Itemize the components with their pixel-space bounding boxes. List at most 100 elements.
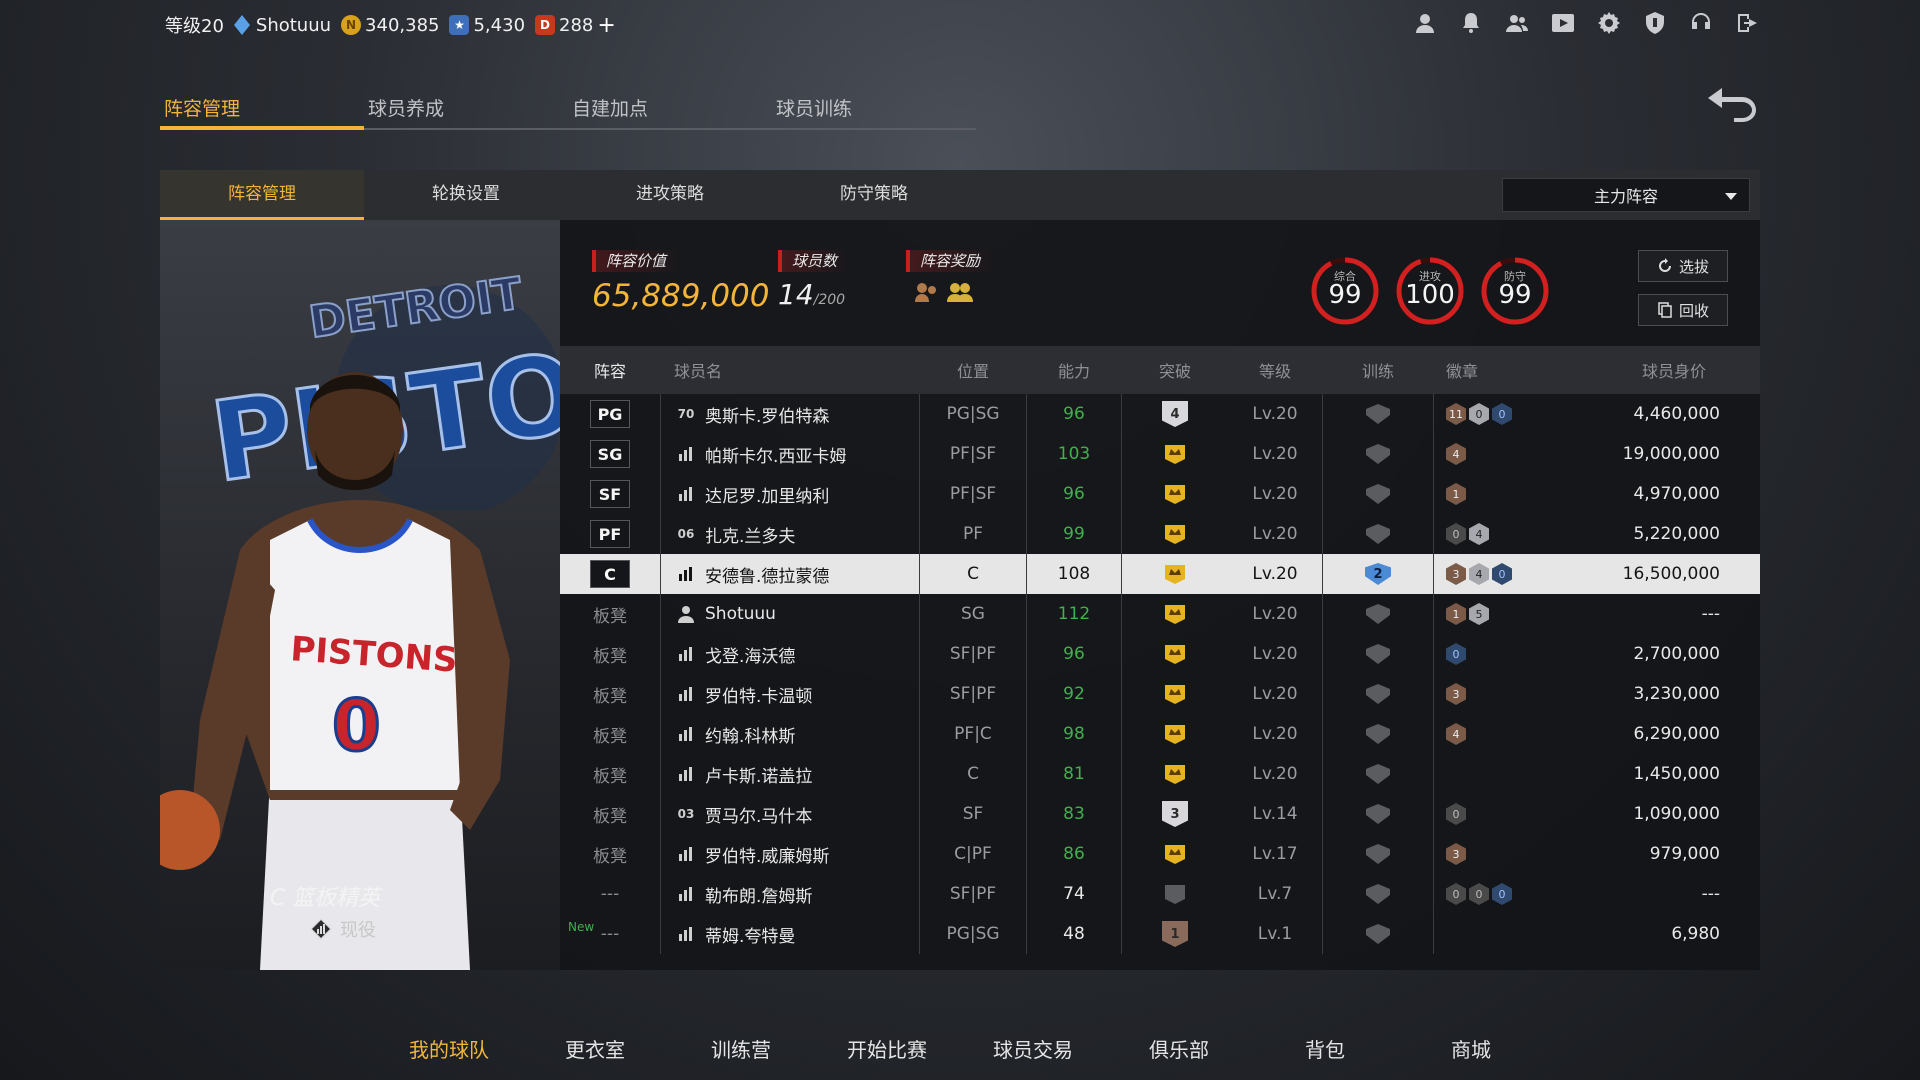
badge-icon: 4 bbox=[1469, 563, 1489, 585]
name-cell: 蒂姆.夸特曼 bbox=[660, 914, 920, 954]
nav-shop[interactable]: 商城 bbox=[1398, 1020, 1544, 1080]
table-row[interactable]: --- 勒布朗.詹姆斯 SF|PF 74 Lv.7 000 --- bbox=[560, 874, 1760, 914]
tab-player-development[interactable]: 球员养成 bbox=[364, 88, 568, 130]
active-status-icon bbox=[310, 918, 332, 940]
table-row[interactable]: 板凳 罗伯特.卡温顿 SF|PF 92 Lv.20 3 3,230,000 bbox=[560, 674, 1760, 714]
nav-player-trade[interactable]: 球员交易 bbox=[960, 1020, 1106, 1080]
nav-backpack[interactable]: 背包 bbox=[1252, 1020, 1398, 1080]
table-row[interactable]: SG 帕斯卡尔.西亚卡姆 PF|SF 103 Lv.20 4 19,000,00… bbox=[560, 434, 1760, 474]
select-button[interactable]: 选拔 bbox=[1638, 250, 1728, 282]
video-icon[interactable] bbox=[1550, 10, 1576, 36]
avatar-icon bbox=[678, 606, 694, 623]
slot-cell: PF bbox=[560, 520, 660, 548]
nav-club[interactable]: 俱乐部 bbox=[1106, 1020, 1252, 1080]
table-row[interactable]: 板凳 03 贾马尔.马什本 SF 83 3 Lv.14 0 1,090,000 bbox=[560, 794, 1760, 834]
friends-icon[interactable] bbox=[1504, 10, 1530, 36]
tab-lineup-management[interactable]: 阵容管理 bbox=[160, 88, 364, 130]
tab-custom-points[interactable]: 自建加点 bbox=[568, 88, 772, 130]
shield-icon[interactable] bbox=[1642, 10, 1668, 36]
nav-training-camp[interactable]: 训练营 bbox=[668, 1020, 814, 1080]
name-cell: 70 奥斯卡.罗伯特森 bbox=[660, 394, 920, 434]
col-training: 训练 bbox=[1361, 362, 1394, 381]
table-row[interactable]: New --- 蒂姆.夸特曼 PG|SG 48 1 Lv.1 6,980 bbox=[560, 914, 1760, 954]
crown-icon bbox=[1165, 725, 1185, 744]
table-row[interactable]: 板凳 约翰.科林斯 PF|C 98 Lv.20 4 6,290,000 bbox=[560, 714, 1760, 754]
rating-overall: 综合 99 bbox=[1310, 256, 1380, 326]
position-cell: SF|PF bbox=[949, 684, 997, 704]
slot-cell: --- bbox=[560, 884, 660, 904]
back-button[interactable] bbox=[1704, 84, 1760, 124]
crown-icon bbox=[1165, 605, 1185, 624]
lineup-dropdown[interactable]: 主力阵容 bbox=[1502, 178, 1750, 212]
position-cell: SF|PF bbox=[949, 884, 997, 904]
badge-icon: 0 bbox=[1492, 563, 1512, 585]
crown-icon bbox=[1165, 485, 1185, 504]
table-row[interactable]: C 安德鲁.德拉蒙德 C 108 Lv.20 2 340 16,500,000 bbox=[560, 554, 1760, 594]
player-name: 勒布朗.詹姆斯 bbox=[705, 886, 813, 907]
nav-locker-room[interactable]: 更衣室 bbox=[522, 1020, 668, 1080]
training-shield-icon bbox=[1366, 764, 1390, 784]
table-row[interactable]: 板凳 卢卡斯.诺盖拉 C 81 Lv.20 1,450,000 bbox=[560, 754, 1760, 794]
ability-cell: 92 bbox=[1026, 674, 1122, 714]
position-cell: PG|SG bbox=[946, 404, 1000, 424]
level-cell: Lv.20 bbox=[1252, 724, 1298, 744]
name-cell: 勒布朗.詹姆斯 bbox=[660, 874, 920, 914]
nav-my-team[interactable]: 我的球队 bbox=[376, 1020, 522, 1080]
copy-icon bbox=[1658, 302, 1672, 318]
user-icon[interactable] bbox=[1412, 10, 1438, 36]
subtab-lineup[interactable]: 阵容管理 bbox=[160, 170, 364, 220]
ability-cell: 96 bbox=[1026, 634, 1122, 674]
player-count-box: 球员数 14/200 bbox=[778, 250, 848, 311]
table-row[interactable]: 板凳 戈登.海沃德 SF|PF 96 Lv.20 0 2,700,000 bbox=[560, 634, 1760, 674]
exit-icon[interactable] bbox=[1734, 10, 1760, 36]
level-cell: Lv.20 bbox=[1252, 444, 1298, 464]
training-shield-icon bbox=[1366, 604, 1390, 624]
recycle-button[interactable]: 回收 bbox=[1638, 294, 1728, 326]
bell-icon[interactable] bbox=[1458, 10, 1484, 36]
breakthrough-cell bbox=[1122, 723, 1228, 745]
badges-cell: 0 bbox=[1434, 803, 1560, 825]
subtab-offense-strategy[interactable]: 进攻策略 bbox=[568, 170, 772, 220]
player-card: DETROIT PISTON PISTONS 0 C 篮板精英 现役 bbox=[160, 220, 560, 970]
name-cell: 06 扎克.兰多夫 bbox=[660, 514, 920, 554]
reward-icons[interactable] bbox=[906, 280, 996, 304]
level-cell: Lv.14 bbox=[1252, 804, 1298, 824]
tab-player-training[interactable]: 球员训练 bbox=[772, 88, 976, 130]
coins-group: N 340,385 bbox=[341, 15, 439, 36]
badges-cell: 0 bbox=[1434, 643, 1560, 665]
price-cell: 4,460,000 bbox=[1633, 404, 1720, 424]
table-row[interactable]: SF 达尼罗.加里纳利 PF|SF 96 Lv.20 1 4,970,000 bbox=[560, 474, 1760, 514]
slot-cell: 板凳 bbox=[560, 642, 660, 667]
empty-shield-icon bbox=[1165, 885, 1185, 904]
table-row[interactable]: PF 06 扎克.兰多夫 PF 99 Lv.20 04 5,220,000 bbox=[560, 514, 1760, 554]
slot-badge: PG bbox=[590, 400, 630, 428]
ability-cell: 81 bbox=[1026, 754, 1122, 794]
training-badge: 2 bbox=[1365, 563, 1391, 585]
table-row[interactable]: PG 70 奥斯卡.罗伯特森 PG|SG 96 4 Lv.20 11 0 0 4,46… bbox=[560, 394, 1760, 434]
nav-start-game[interactable]: 开始比赛 bbox=[814, 1020, 960, 1080]
table-row[interactable]: 板凳 罗伯特.威廉姆斯 C|PF 86 Lv.17 3 979,000 bbox=[560, 834, 1760, 874]
player-name: 安德鲁.德拉蒙德 bbox=[705, 566, 830, 587]
table-header: 阵容 球员名 位置 能力 突破 等级 训练 徽章 球员身价 bbox=[560, 346, 1760, 394]
player-name: 戈登.海沃德 bbox=[705, 646, 796, 667]
badge-icon: 0 bbox=[1446, 523, 1466, 545]
level-cell: Lv.20 bbox=[1252, 524, 1298, 544]
col-ability: 能力 bbox=[1057, 362, 1090, 381]
subtab-defense-strategy[interactable]: 防守策略 bbox=[772, 170, 976, 220]
table-row[interactable]: 板凳 Shotuuu SG 112 Lv.20 15 --- bbox=[560, 594, 1760, 634]
subtab-rotation[interactable]: 轮换设置 bbox=[364, 170, 568, 220]
badges-cell: 4 bbox=[1434, 443, 1560, 465]
slot-cell: 板凳 bbox=[560, 602, 660, 627]
player-count-label: 球员数 bbox=[778, 250, 848, 272]
ability-cell: 103 bbox=[1026, 434, 1122, 474]
col-level: 等级 bbox=[1258, 362, 1291, 381]
headset-icon[interactable] bbox=[1688, 10, 1714, 36]
badge-icon: 0 bbox=[1469, 403, 1489, 425]
gear-icon[interactable] bbox=[1596, 10, 1622, 36]
bottom-nav: 我的球队 更衣室 训练营 开始比赛 球员交易 俱乐部 背包 商城 bbox=[0, 1020, 1920, 1080]
badge-icon: 1 bbox=[1446, 483, 1466, 505]
add-currency-button[interactable]: + bbox=[597, 13, 615, 38]
breakthrough-cell bbox=[1122, 843, 1228, 865]
username-group[interactable]: Shotuuu bbox=[233, 15, 331, 36]
price-cell: 979,000 bbox=[1649, 844, 1720, 864]
